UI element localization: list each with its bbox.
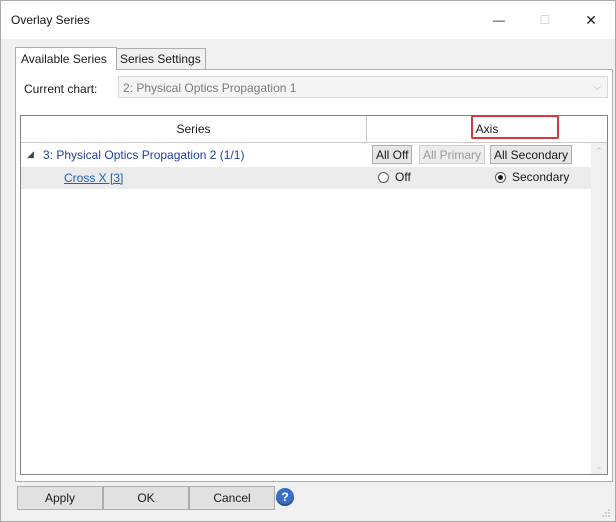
window-title: Overlay Series [11, 13, 90, 27]
current-chart-value: 2: Physical Optics Propagation 1 [123, 81, 297, 95]
help-icon[interactable]: ? [276, 488, 294, 506]
series-group-label: 3: Physical Optics Propagation 2 (1/1) [43, 148, 245, 162]
maximize-icon: ☐ [539, 13, 551, 27]
overlay-series-dialog: Overlay Series — ☐ ✕ Available Series Se… [0, 0, 616, 522]
radio-secondary-label: Secondary [512, 170, 570, 184]
current-chart-select: 2: Physical Optics Propagation 1 ⌵ [118, 76, 608, 98]
series-group-row: ◢ 3: Physical Optics Propagation 2 (1/1)… [21, 144, 591, 166]
minimize-icon: — [493, 13, 505, 27]
chevron-down-icon: ⌵ [593, 82, 601, 93]
resize-grip-icon[interactable] [601, 508, 611, 518]
title-bar: Overlay Series — ☐ ✕ [1, 1, 615, 39]
ok-button[interactable]: OK [103, 486, 189, 510]
series-row: Cross X [3] Off Secondary [21, 167, 591, 189]
cancel-button[interactable]: Cancel [189, 486, 275, 510]
radio-secondary-circle [495, 171, 506, 183]
series-grid: Series Axis ◢ 3: Physical Optics Propaga… [20, 115, 608, 475]
radio-off-label: Off [395, 170, 411, 184]
series-link-cross-x[interactable]: Cross X [3] [64, 171, 123, 185]
minimize-button[interactable]: — [479, 1, 519, 39]
vertical-scrollbar[interactable]: ⌃ ⌄ [591, 143, 607, 474]
radio-off[interactable]: Off [378, 170, 411, 184]
scroll-down-icon[interactable]: ⌄ [591, 458, 607, 474]
maximize-button: ☐ [525, 1, 565, 39]
tab-series-settings[interactable]: Series Settings [114, 48, 206, 70]
all-secondary-button[interactable]: All Secondary [490, 145, 573, 164]
close-icon: ✕ [585, 11, 597, 28]
current-chart-label: Current chart: [24, 82, 98, 96]
apply-button[interactable]: Apply [17, 486, 103, 510]
collapse-triangle-icon[interactable]: ◢ [27, 149, 34, 160]
series-column-header: Series [21, 116, 367, 142]
secondary-highlight-box [471, 115, 559, 139]
radio-secondary[interactable]: Secondary [495, 170, 569, 184]
scroll-up-icon[interactable]: ⌃ [591, 143, 607, 159]
tab-available-series[interactable]: Available Series [15, 47, 117, 70]
radio-off-circle [378, 171, 389, 183]
all-primary-button: All Primary [419, 145, 486, 164]
close-button[interactable]: ✕ [571, 1, 611, 39]
all-off-button[interactable]: All Off [372, 145, 413, 164]
